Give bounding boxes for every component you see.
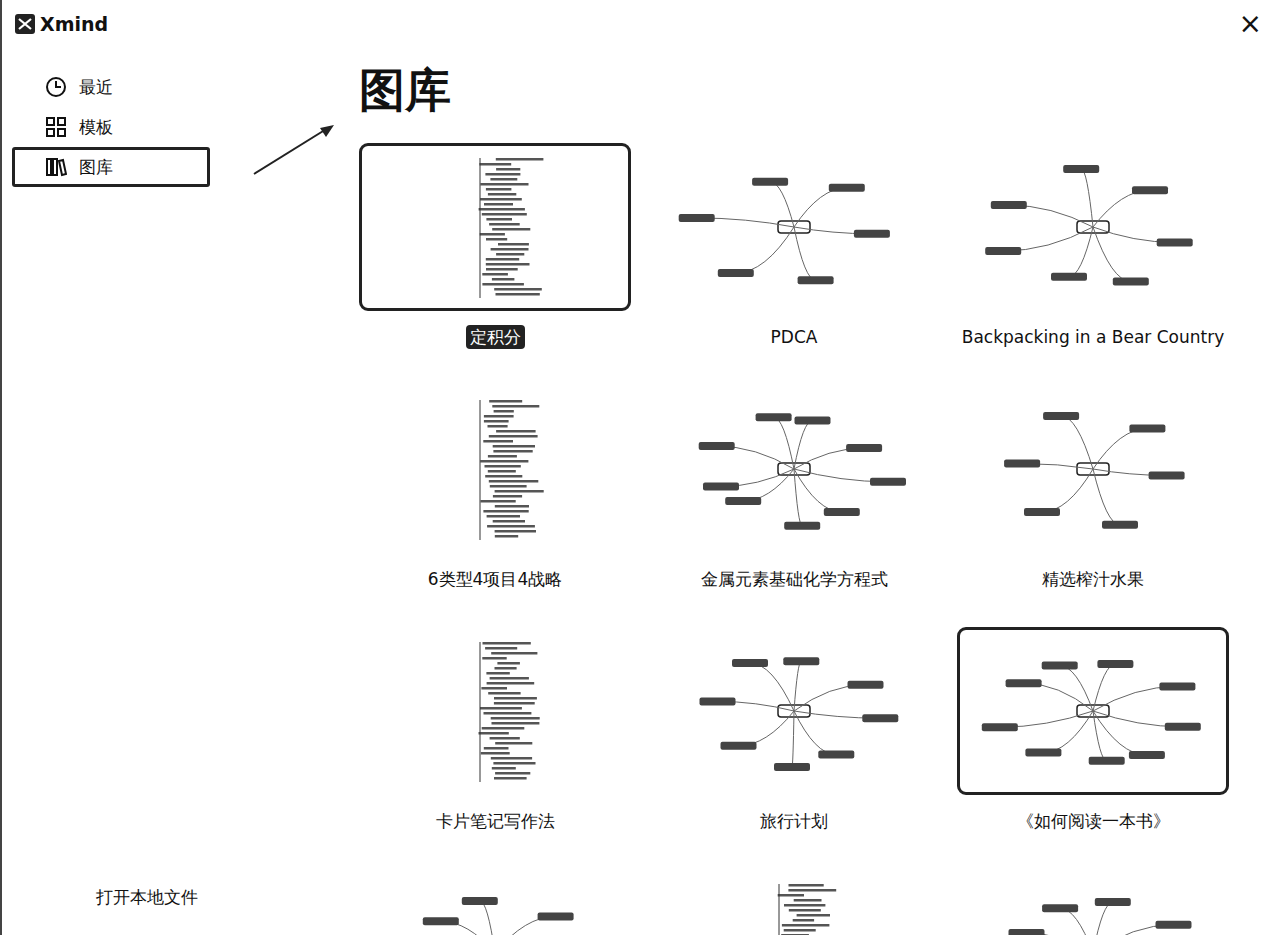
template-label: 金属元素基础化学方程式	[697, 567, 892, 591]
sidebar-item-label: 图库	[79, 156, 113, 179]
template-label: 精选榨汁水果	[1038, 567, 1148, 591]
template-card[interactable]	[658, 869, 930, 935]
gallery-grid: 定积分 PDCA Backpacking in a Bear Country 6类型4…	[359, 143, 1280, 935]
mindmap-thumbnail-icon	[669, 878, 919, 935]
template-thumbnail[interactable]	[359, 385, 631, 553]
template-thumbnail[interactable]	[359, 869, 631, 935]
mindmap-thumbnail-icon	[370, 394, 620, 544]
grid-icon	[45, 116, 67, 138]
template-label: 卡片笔记写作法	[432, 809, 559, 833]
template-thumbnail[interactable]	[359, 627, 631, 795]
template-label: 6类型4项目4战略	[424, 567, 566, 591]
template-card[interactable]: 定积分	[359, 143, 631, 349]
mindmap-thumbnail-icon	[370, 636, 620, 786]
template-thumbnail[interactable]	[957, 627, 1229, 795]
close-button[interactable]: ×	[1233, 8, 1268, 40]
app-brand: Xmind	[14, 13, 108, 35]
template-label: PDCA	[767, 325, 822, 349]
template-card[interactable]: 6类型4项目4战略	[359, 385, 631, 591]
sidebar-item[interactable]: 模板	[12, 107, 210, 147]
mindmap-thumbnail-icon	[669, 394, 919, 544]
xmind-window: Xmind×最近模板图库打开本地文件图库定积分PDCABackpacking i…	[0, 0, 1280, 935]
template-thumbnail[interactable]	[658, 869, 930, 935]
template-thumbnail[interactable]	[957, 385, 1229, 553]
template-card[interactable]: 金属元素基础化学方程式	[658, 385, 930, 591]
main-area: 最近模板图库打开本地文件图库定积分PDCABackpacking in a Be…	[2, 48, 1280, 935]
template-thumbnail[interactable]	[359, 143, 631, 311]
clock-icon	[45, 76, 67, 98]
mindmap-thumbnail-icon	[370, 152, 620, 302]
template-thumbnail[interactable]	[658, 385, 930, 553]
xmind-logo-icon	[14, 13, 36, 35]
template-card[interactable]	[359, 869, 631, 935]
sidebar-item-label: 模板	[79, 116, 113, 139]
window-title: Xmind	[40, 13, 108, 35]
gallery-panel: 图库定积分 PDCA Backpacking in a Bear Country 6类…	[212, 48, 1280, 935]
template-thumbnail[interactable]	[957, 869, 1229, 935]
library-icon	[45, 156, 67, 178]
template-label: Backpacking in a Bear Country	[958, 325, 1229, 349]
template-card[interactable]: PDCA	[658, 143, 930, 349]
mindmap-thumbnail-icon	[968, 152, 1218, 302]
template-card[interactable]: Backpacking in a Bear Country	[957, 143, 1229, 349]
mindmap-thumbnail-icon	[968, 878, 1218, 935]
open-local-file-button[interactable]: 打开本地文件	[12, 886, 212, 909]
template-label: 定积分	[466, 325, 525, 349]
template-card[interactable]	[957, 869, 1229, 935]
template-card[interactable]: 旅行计划	[658, 627, 930, 833]
template-card[interactable]: 《如何阅读一本书》	[957, 627, 1229, 833]
sidebar-item[interactable]: 图库	[12, 147, 210, 187]
template-label: 《如何阅读一本书》	[1013, 809, 1174, 833]
sidebar-item[interactable]: 最近	[12, 67, 210, 107]
annotation-arrow-icon	[250, 120, 340, 180]
template-thumbnail[interactable]	[658, 143, 930, 311]
template-card[interactable]: 精选榨汁水果	[957, 385, 1229, 591]
mindmap-thumbnail-icon	[968, 394, 1218, 544]
mindmap-thumbnail-icon	[968, 636, 1218, 786]
gallery-heading: 图库	[359, 60, 1280, 120]
sidebar-item-label: 最近	[79, 76, 113, 99]
mindmap-thumbnail-icon	[669, 152, 919, 302]
template-thumbnail[interactable]	[658, 627, 930, 795]
title-bar: Xmind ×	[2, 0, 1280, 48]
template-thumbnail[interactable]	[957, 143, 1229, 311]
mindmap-thumbnail-icon	[669, 636, 919, 786]
template-card[interactable]: 卡片笔记写作法	[359, 627, 631, 833]
template-label: 旅行计划	[756, 809, 832, 833]
mindmap-thumbnail-icon	[370, 878, 620, 935]
sidebar: 最近模板图库打开本地文件	[2, 48, 212, 935]
